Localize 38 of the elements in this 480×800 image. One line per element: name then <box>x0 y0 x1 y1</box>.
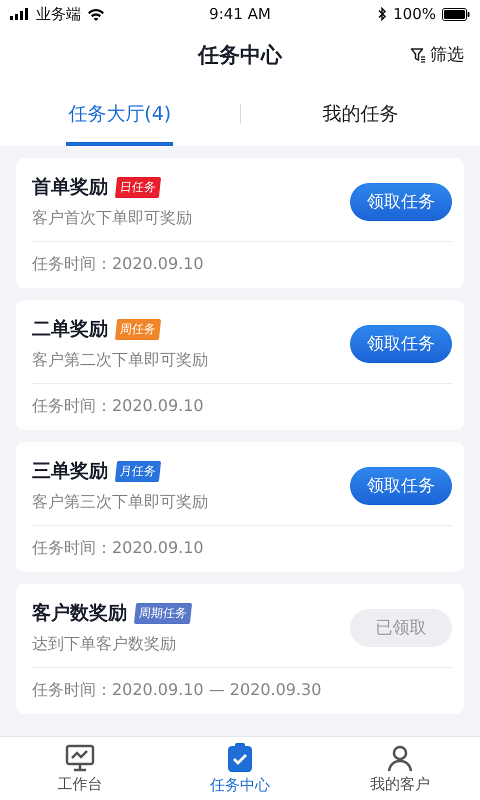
battery-icon <box>442 8 470 20</box>
task-tag: 日任务 <box>114 176 162 198</box>
task-tag: 周期任务 <box>134 602 192 624</box>
task-description: 客户第二次下单即可奖励 <box>32 350 209 371</box>
task-time: 任务时间：2020.09.10 <box>32 253 205 275</box>
claimed-button[interactable]: 已领取 <box>350 608 452 646</box>
bluetooth-icon <box>378 7 388 21</box>
task-tag: 周任务 <box>114 318 162 340</box>
claim-button[interactable]: 领取任务 <box>350 466 452 504</box>
claim-button[interactable]: 领取任务 <box>350 324 452 362</box>
tab[interactable]: 我的任务 <box>320 82 400 146</box>
tab[interactable]: 任务大厅(4) <box>66 82 174 146</box>
claim-button[interactable]: 领取任务 <box>350 182 452 220</box>
task-tag: 月任务 <box>114 460 162 482</box>
task-time: 任务时间：2020.09.10 <box>32 537 205 559</box>
task-time: 任务时间：2020.09.10 <box>32 395 205 417</box>
task-time: 任务时间：2020.09.10 — 2020.09.30 <box>32 679 322 701</box>
task-title: 三单奖励 <box>32 459 108 484</box>
nav-tab[interactable]: 工作台 <box>0 737 160 800</box>
wifi-icon <box>87 8 105 20</box>
person-icon <box>386 744 414 772</box>
nav-tab[interactable]: 任务中心 <box>160 737 320 800</box>
carrier-name: 业务端 <box>36 4 81 24</box>
task-description: 客户第三次下单即可奖励 <box>32 492 209 513</box>
filter-icon <box>410 46 426 62</box>
battery-percent: 100% <box>393 5 436 23</box>
monitor-icon <box>65 744 95 772</box>
task-title: 首单奖励 <box>32 175 108 200</box>
filter-button[interactable]: 筛选 <box>408 41 466 68</box>
task-description: 客户首次下单即可奖励 <box>32 208 193 229</box>
page-title: 任务中心 <box>198 42 282 69</box>
clock-time: 9:41 AM <box>209 5 271 23</box>
task-description: 达到下单客户数奖励 <box>32 634 177 655</box>
signal-icon <box>10 8 30 20</box>
nav-tab[interactable]: 我的客户 <box>320 737 480 800</box>
task-title: 二单奖励 <box>32 317 108 342</box>
task-title: 客户数奖励 <box>32 601 127 626</box>
clipboard-check-icon <box>227 742 253 772</box>
